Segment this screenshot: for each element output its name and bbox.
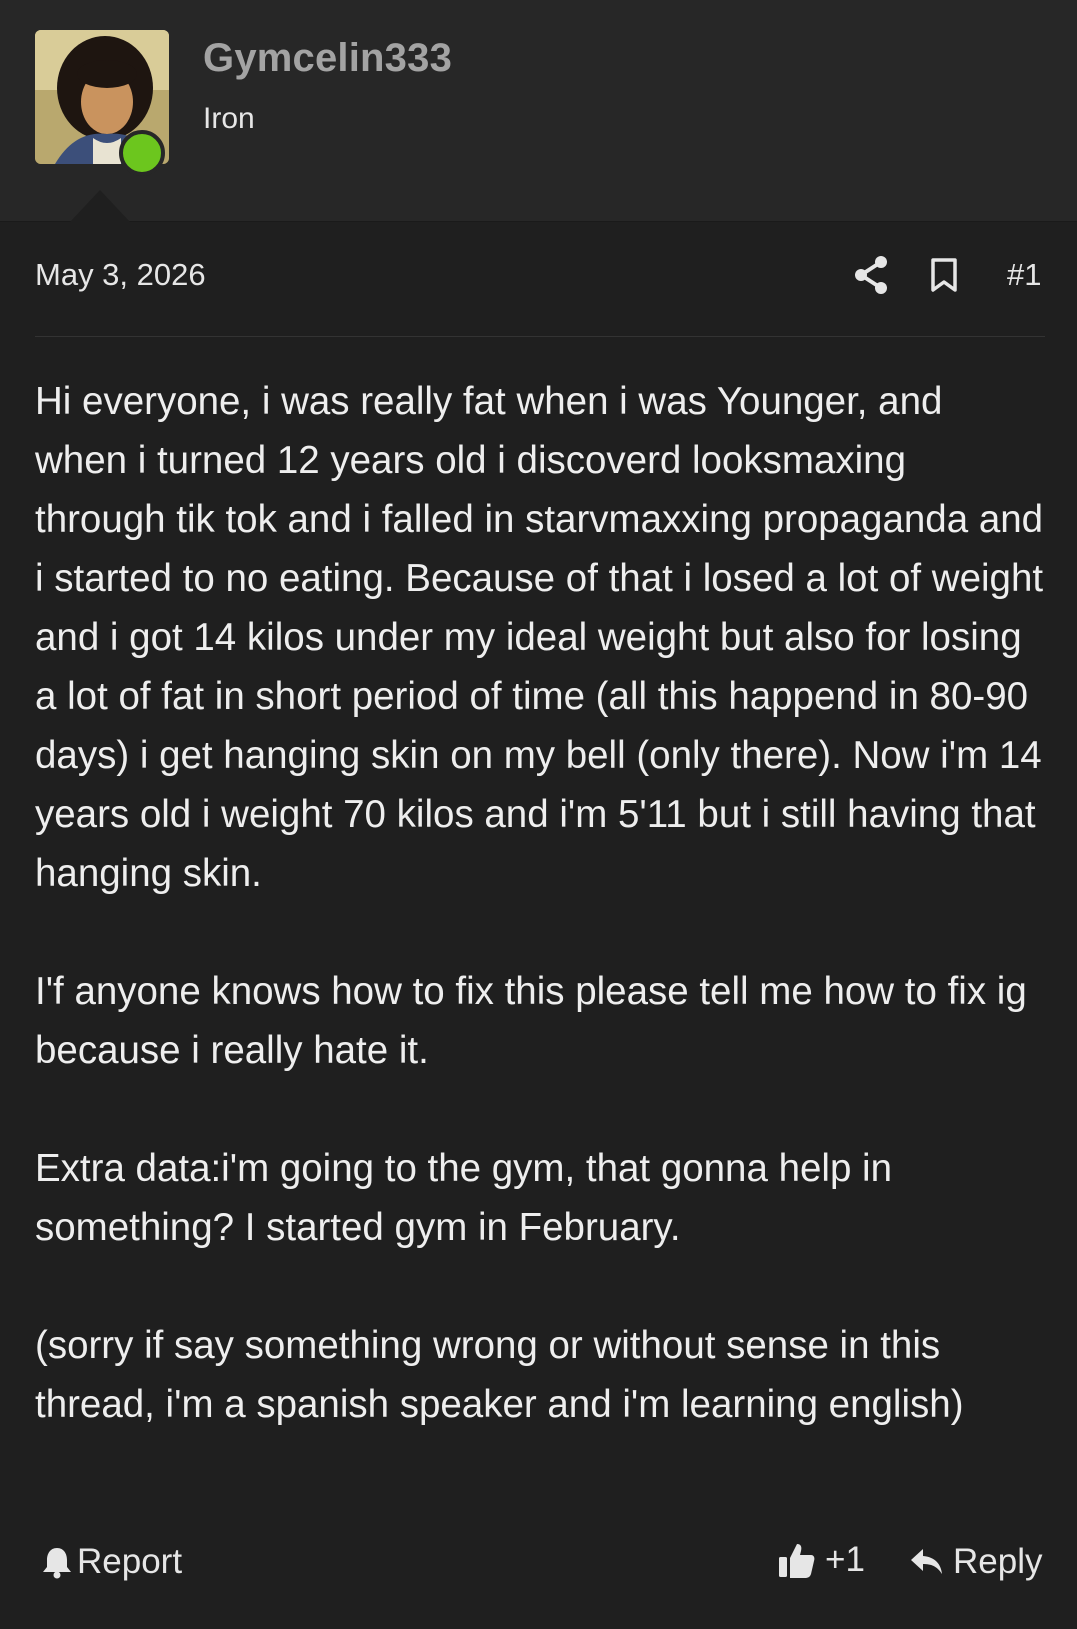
post-paragraph: Extra data:i'm going to the gym, that go… [35, 1147, 893, 1249]
post-date[interactable]: May 3, 2026 [35, 257, 206, 293]
post-number[interactable]: #1 [1007, 257, 1041, 293]
post-paragraph: I'f anyone knows how to fix this please … [35, 970, 1027, 1072]
post-paragraph: Hi everyone, i was really fat when i was… [35, 380, 1044, 895]
header-pointer [70, 190, 130, 222]
post-meta: May 3, 2026 #1 [35, 255, 1045, 299]
report-button[interactable]: Report [41, 1542, 182, 1582]
share-icon[interactable] [853, 255, 889, 295]
username[interactable]: Gymcelin333 [203, 36, 452, 81]
reply-button[interactable]: Reply [909, 1542, 1042, 1582]
reply-icon [911, 1549, 942, 1574]
post-footer: Report +1 Reply [35, 1538, 1045, 1592]
online-status-indicator [119, 130, 165, 176]
like-count: +1 [825, 1540, 865, 1579]
bell-icon [43, 1548, 71, 1579]
report-label: Report [77, 1542, 183, 1581]
thumbs-up-icon [779, 1544, 815, 1578]
post-paragraph: (sorry if say something wrong or without… [35, 1324, 964, 1426]
reply-label: Reply [953, 1542, 1043, 1581]
post-body: Hi everyone, i was really fat when i was… [35, 372, 1045, 1493]
post-header: Gymcelin333 Iron [0, 0, 1077, 222]
divider [35, 336, 1045, 337]
user-title: Iron [203, 102, 255, 135]
bookmark-icon[interactable] [929, 257, 959, 293]
like-button[interactable]: +1 [777, 1540, 865, 1580]
